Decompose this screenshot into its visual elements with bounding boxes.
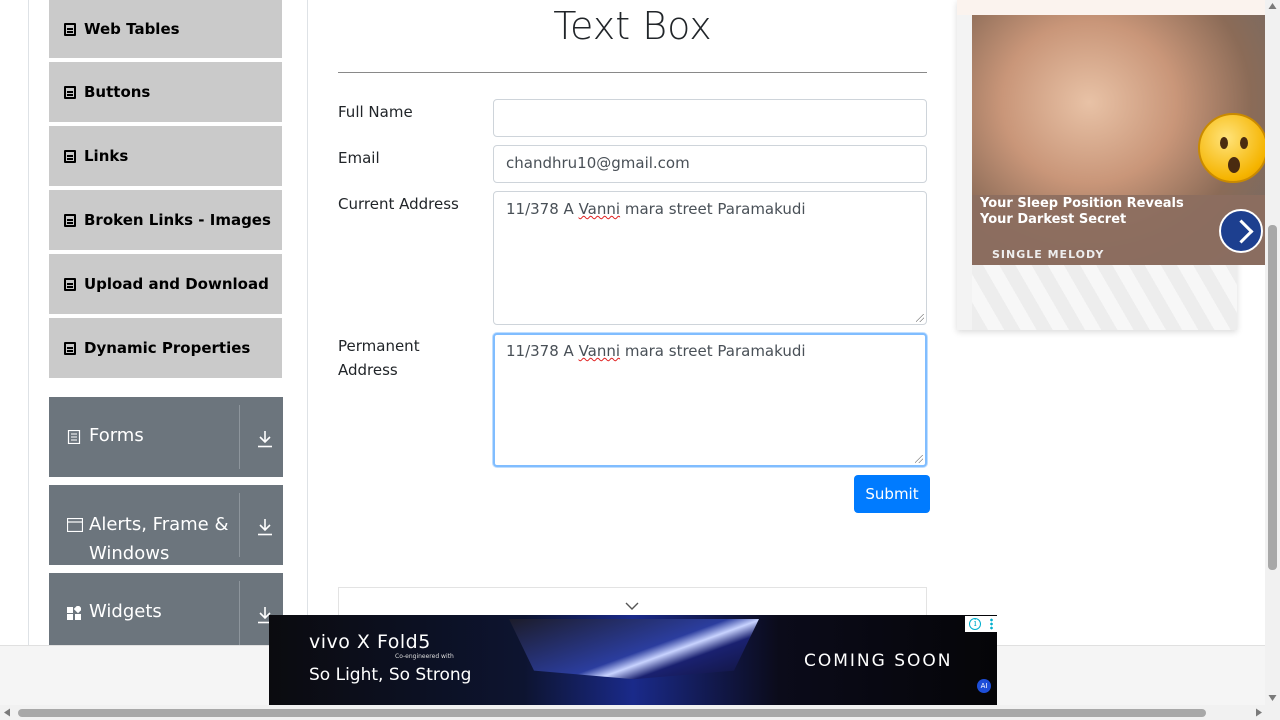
list-icon: [64, 341, 76, 355]
title-divider: [338, 72, 927, 73]
current-address-textarea[interactable]: 11/378 A Vanni mara street Paramakudi: [493, 191, 927, 325]
emoji-eye: [1220, 137, 1228, 149]
ad-choices[interactable]: i: [965, 616, 997, 632]
chevron-right-icon[interactable]: [1219, 209, 1263, 253]
banner-brand: vivo X Fold5: [309, 631, 431, 653]
emoji-eye: [1240, 137, 1248, 149]
divider: [239, 493, 240, 557]
horizontal-scrollbar-thumb[interactable]: [18, 709, 1206, 717]
side-ad-image[interactable]: Your Sleep Position Reveals Your Darkest…: [972, 15, 1265, 265]
scroll-down-arrow-icon[interactable]: [1268, 694, 1277, 702]
spellcheck-word: Vanni: [578, 342, 621, 360]
surprised-emoji-icon: [1198, 113, 1265, 183]
sidebar-item-label: Links: [84, 147, 129, 165]
download-arrow-icon[interactable]: [257, 430, 273, 448]
side-ad-pattern: [972, 265, 1237, 330]
sidebar-item-label: Dynamic Properties: [84, 339, 251, 357]
submit-button[interactable]: Submit: [854, 475, 930, 513]
list-icon: [64, 149, 76, 163]
list-icon: [64, 213, 76, 227]
scroll-left-arrow-icon[interactable]: [3, 708, 11, 717]
more-options-icon[interactable]: [989, 618, 993, 630]
sidebar-item-upload-download[interactable]: Upload and Download: [49, 254, 282, 316]
sidebar-item-label: Broken Links - Images: [84, 211, 271, 229]
phone-image: [509, 619, 759, 680]
resize-handle[interactable]: [916, 314, 924, 322]
widgets-icon: [67, 606, 81, 620]
sidebar-group-alerts-frame-windows[interactable]: Alerts, Frame & Windows: [49, 485, 283, 565]
sidebar-divider: [307, 0, 308, 645]
side-ad-top-strip: [957, 0, 1265, 15]
sidebar-group-label: Widgets: [89, 601, 162, 622]
sidebar-item-web-tables[interactable]: Web Tables: [49, 0, 282, 60]
list-icon: [64, 22, 76, 36]
list-icon: [64, 277, 76, 291]
sidebar-group-forms[interactable]: Forms: [49, 397, 283, 477]
banner-cta: COMING SOON: [804, 651, 953, 671]
scroll-right-arrow-icon[interactable]: [1255, 708, 1263, 717]
email-value: chandhru10@gmail.com: [506, 154, 690, 172]
banner-slogan: So Light, So Strong: [309, 665, 472, 685]
sidebar-item-dynamic-properties[interactable]: Dynamic Properties: [49, 318, 282, 380]
bottom-banner-ad[interactable]: vivo X Fold5 Co-engineered with So Light…: [269, 615, 997, 705]
page: Web Tables Buttons Links Broken Links - …: [0, 0, 1280, 720]
sidebar-item-label: Upload and Download: [84, 275, 269, 293]
resize-handle[interactable]: [915, 455, 923, 463]
email-input[interactable]: chandhru10@gmail.com: [493, 145, 927, 183]
permanent-address-text: 11/378 A Vanni mara street Paramakudi: [506, 342, 806, 360]
current-address-text: 11/378 A Vanni mara street Paramakudi: [506, 200, 806, 218]
full-name-input[interactable]: [493, 99, 927, 137]
current-address-label: Current Address: [338, 195, 459, 213]
vertical-scrollbar-thumb[interactable]: [1268, 225, 1277, 570]
sidebar-group-label: Alerts, Frame & Windows: [89, 514, 229, 564]
sidebar-item-links[interactable]: Links: [49, 126, 282, 188]
window-icon: [67, 518, 83, 532]
scroll-up-arrow-icon[interactable]: [1268, 2, 1277, 10]
spellcheck-word: Vanni: [578, 200, 621, 218]
sidebar-item-label: Buttons: [84, 83, 151, 101]
chevron-down-icon[interactable]: [625, 602, 639, 611]
emoji-mouth: [1228, 157, 1240, 173]
sidebar-item-label: Web Tables: [84, 20, 180, 38]
divider: [239, 405, 240, 469]
download-arrow-icon[interactable]: [257, 518, 273, 536]
sidebar-group-widgets[interactable]: Widgets: [49, 573, 283, 645]
list-icon: [64, 85, 76, 99]
permanent-address-label: Permanent Address: [338, 337, 420, 379]
full-name-label: Full Name: [338, 103, 413, 121]
divider: [239, 581, 240, 645]
sidebar-item-buttons[interactable]: Buttons: [49, 62, 282, 124]
ai-badge: AI: [977, 679, 991, 693]
info-icon[interactable]: i: [969, 618, 982, 630]
permanent-address-textarea[interactable]: 11/378 A Vanni mara street Paramakudi: [493, 333, 927, 467]
page-title: Text Box: [553, 4, 712, 48]
banner-co-engineered: Co-engineered with: [395, 653, 454, 660]
side-ad-brand: SINGLE MELODY: [992, 248, 1105, 261]
left-divider: [28, 0, 29, 645]
sidebar-group-label: Forms: [89, 425, 144, 446]
sidebar-item-broken-links[interactable]: Broken Links - Images: [49, 190, 282, 252]
email-label: Email: [338, 149, 380, 167]
side-ad-headline[interactable]: Your Sleep Position Reveals Your Darkest…: [980, 196, 1220, 228]
form-icon: [67, 430, 81, 444]
